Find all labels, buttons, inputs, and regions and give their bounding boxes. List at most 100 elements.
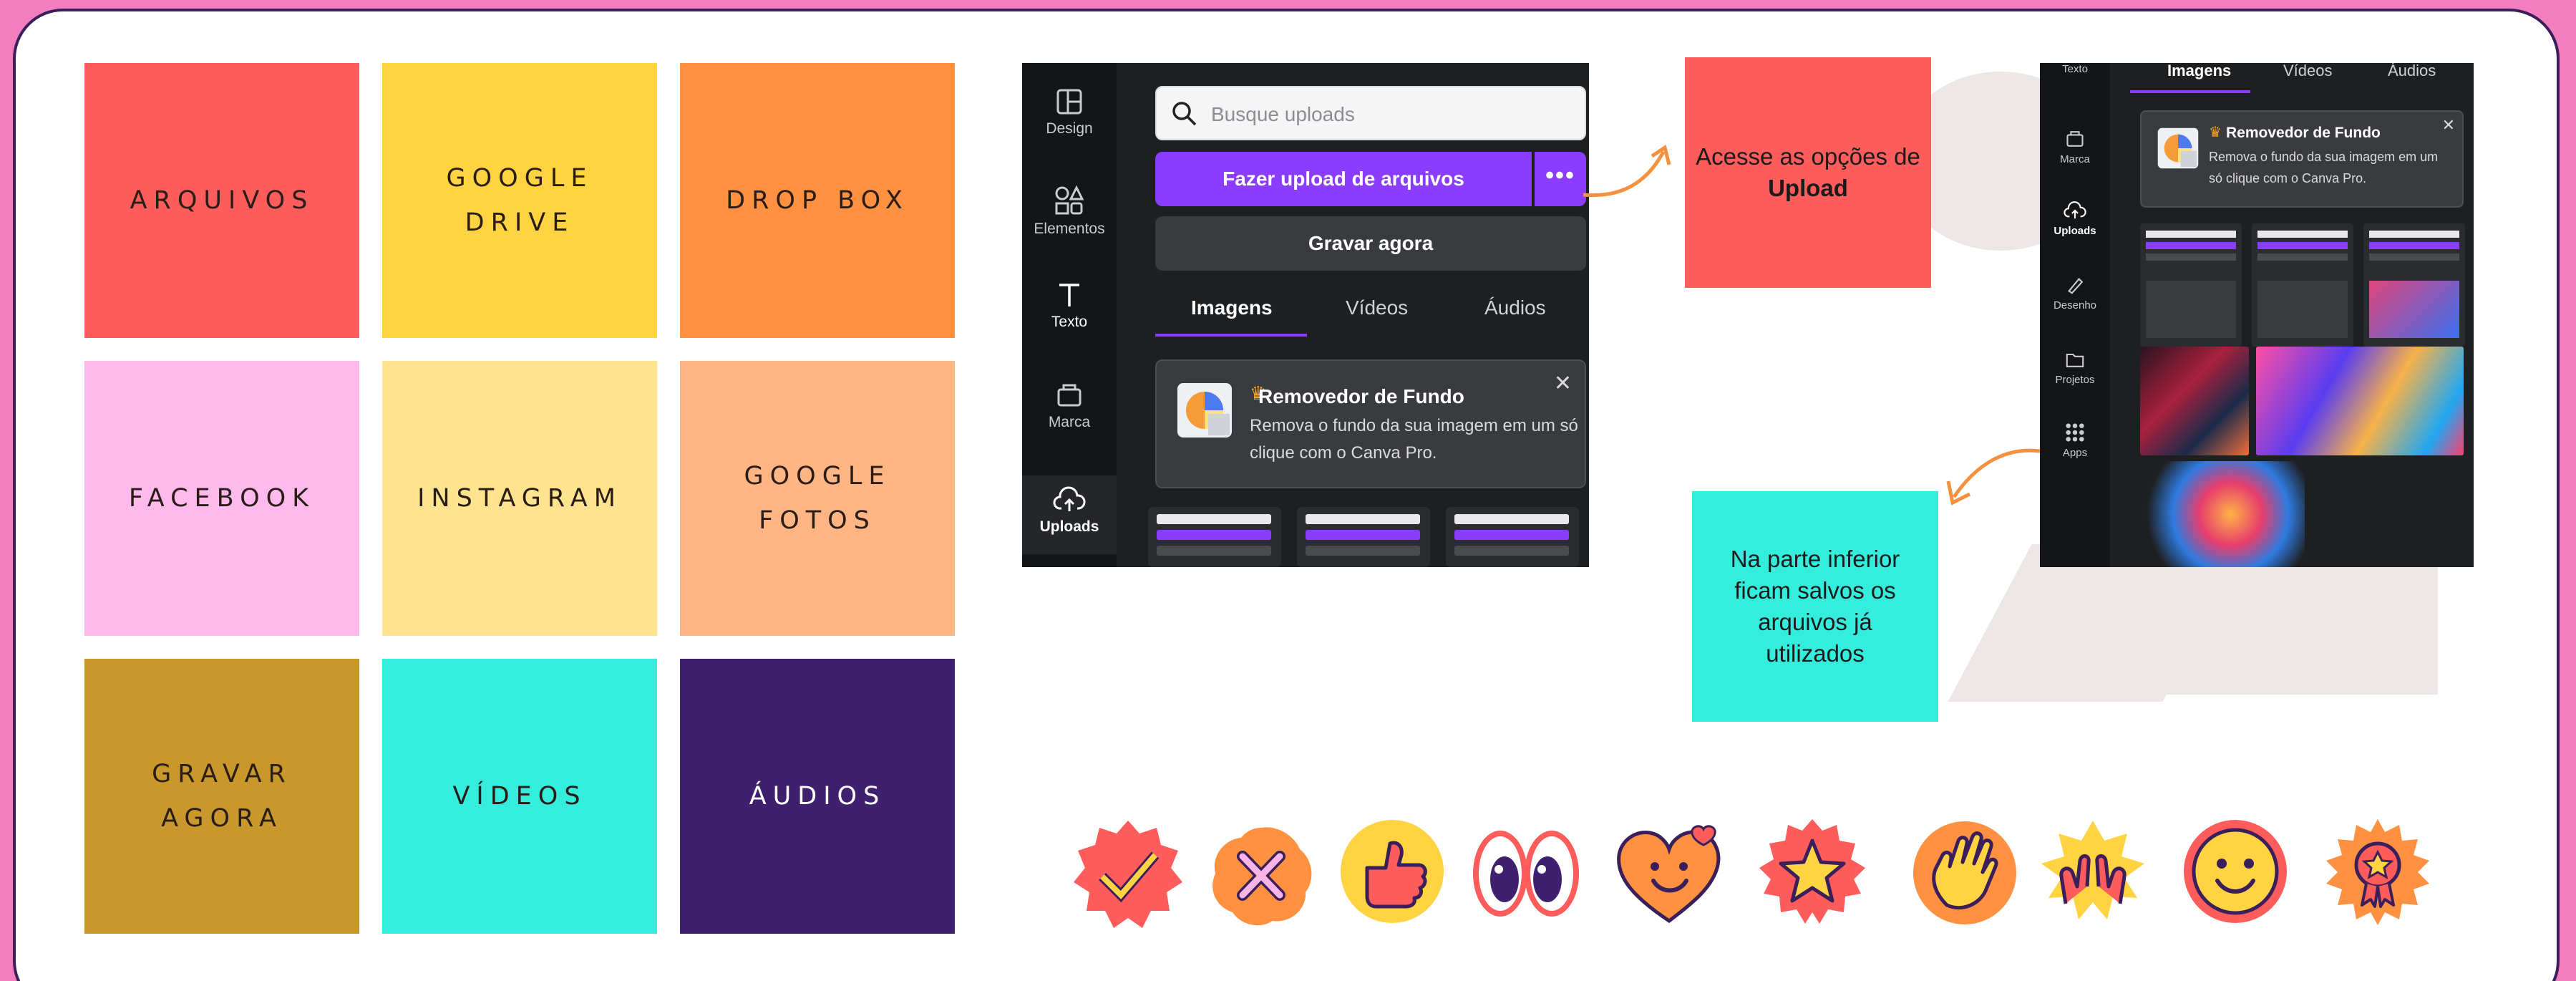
search-icon	[1172, 102, 1197, 126]
smiley-icon[interactable]	[2182, 818, 2289, 925]
text-icon	[1059, 284, 1079, 306]
crown-icon: ♛	[2209, 125, 2222, 140]
uploaded-image[interactable]	[2140, 461, 2305, 567]
rail-item-marca[interactable]: Marca	[1022, 381, 1117, 431]
promo-title: Removedor de Fundo	[2226, 125, 2381, 141]
tile-label: ÁUDIOS	[749, 782, 886, 811]
promo-card[interactable]: ♛ Removedor de Fundo Remova o fundo da s…	[2140, 110, 2464, 208]
cloud-upload-icon	[1053, 486, 1086, 511]
rail-label: Uploads	[2053, 225, 2096, 237]
promo-description: Remova o fundo da sua imagem em um só cl…	[1250, 416, 1578, 463]
rail-item-projetos[interactable]: Projetos	[2040, 349, 2110, 386]
tile-audios[interactable]: ÁUDIOS	[680, 659, 955, 934]
tab-audios[interactable]: Áudios	[2388, 63, 2436, 80]
close-icon[interactable]: ✕	[1554, 371, 1572, 396]
callout-saved-files: Na parte inferior ficam salvos os arquiv…	[1692, 491, 1938, 722]
upload-thumbnail[interactable]	[2363, 223, 2465, 347]
upload-thumbnail[interactable]	[1148, 507, 1281, 567]
tile-label: DROP BOX	[726, 186, 909, 215]
upload-files-button[interactable]: Fazer upload de arquivos	[1155, 152, 1532, 206]
arrow-icon	[1946, 448, 2041, 506]
promo-description: Remova o fundo da sua imagem em um só cl…	[2209, 150, 2439, 185]
close-icon[interactable]: ✕	[2442, 116, 2455, 135]
side-rail: Texto Marca Uploads Desenho Projetos App…	[2040, 63, 2110, 567]
tab-videos[interactable]: Vídeos	[1346, 296, 1408, 319]
tile-arquivos[interactable]: ARQUIVOS	[84, 63, 359, 338]
tab-imagens[interactable]: Imagens	[2167, 63, 2231, 80]
rail-label: Texto	[1051, 314, 1088, 330]
tile-label: ARQUIVOS	[130, 186, 314, 215]
background-remover-icon	[2157, 127, 2199, 169]
award-badge-icon[interactable]	[2322, 816, 2434, 928]
apps-grid-icon	[2066, 423, 2084, 442]
rail-item-uploads[interactable]: Uploads	[2040, 200, 2110, 237]
search-input[interactable]: Busque uploads	[1155, 86, 1586, 140]
uploaded-image[interactable]	[2140, 347, 2249, 455]
tile-google-drive[interactable]: GOOGLE DRIVE	[382, 63, 657, 338]
eyes-icon[interactable]	[1469, 822, 1583, 922]
tile-google-fotos[interactable]: GOOGLE FOTOS	[680, 361, 955, 636]
tab-underline	[1155, 334, 1307, 337]
upload-thumbnail[interactable]	[1446, 507, 1579, 567]
callout-text: Acesse as opções de	[1696, 143, 1920, 170]
callout-upload-options: Acesse as opções de Upload	[1685, 57, 1931, 288]
check-badge-icon[interactable]	[1071, 818, 1185, 932]
rail-item-design[interactable]: Design	[1022, 87, 1117, 137]
rail-label: Design	[1046, 120, 1093, 137]
celebrate-hands-icon[interactable]	[2037, 818, 2149, 929]
rail-label: Desenho	[2053, 299, 2097, 311]
rail-label: Marca	[2060, 153, 2090, 165]
draw-icon	[2068, 278, 2084, 294]
promo-title: Removedor de Fundo	[1258, 385, 1464, 407]
upload-thumbnail[interactable]	[1297, 507, 1430, 567]
star-badge-icon[interactable]	[1755, 816, 1870, 931]
search-placeholder: Busque uploads	[1211, 103, 1355, 125]
callout-text: Na parte inferior ficam salvos os arquiv…	[1730, 546, 1900, 667]
background-remover-icon	[1177, 383, 1232, 438]
uploaded-image[interactable]	[2256, 347, 2464, 455]
tile-label: INSTAGRAM	[417, 484, 622, 513]
tile-videos[interactable]: VÍDEOS	[382, 659, 657, 934]
tile-gravar-agora[interactable]: GRAVAR AGORA	[84, 659, 359, 934]
upload-thumbnail[interactable]	[2140, 223, 2242, 347]
x-badge-icon[interactable]	[1205, 822, 1317, 929]
tile-drop-box[interactable]: DROP BOX	[680, 63, 955, 338]
rail-label: Projetos	[2055, 374, 2095, 386]
canva-upload-panel: Design Elementos Texto Marca Uploads Bus…	[1022, 63, 1589, 567]
heart-smile-icon[interactable]	[1613, 821, 1728, 928]
rail-item-marca[interactable]: Marca	[2040, 129, 2110, 165]
tile-label: GRAVAR AGORA	[152, 760, 292, 833]
thumbs-up-icon[interactable]	[1338, 818, 1446, 925]
rail-item-texto[interactable]: Texto	[1022, 281, 1117, 331]
brand-icon	[1057, 384, 1082, 407]
tab-audios[interactable]: Áudios	[1484, 296, 1546, 319]
canva-upload-panel-small: Texto Marca Uploads Desenho Projetos App…	[2040, 63, 2474, 567]
rail-label: Marca	[1048, 414, 1091, 430]
tile-instagram[interactable]: INSTAGRAM	[382, 361, 657, 636]
upload-thumbnail[interactable]	[2252, 223, 2353, 347]
tile-label: FACEBOOK	[128, 484, 316, 513]
tab-underline	[2130, 90, 2250, 93]
tile-facebook[interactable]: FACEBOOK	[84, 361, 359, 636]
arrow-icon	[1583, 144, 1671, 198]
shapes-icon	[1055, 185, 1084, 215]
tile-label: VÍDEOS	[452, 782, 587, 811]
tab-videos[interactable]: Vídeos	[2283, 63, 2333, 80]
record-now-button[interactable]: Gravar agora	[1155, 216, 1586, 271]
tile-label: GOOGLE FOTOS	[744, 462, 891, 535]
rail-item-apps[interactable]: Apps	[2040, 422, 2110, 459]
rail-item-elementos[interactable]: Elementos	[1022, 185, 1117, 238]
rail-label: Apps	[2062, 447, 2088, 459]
cloud-upload-icon	[2064, 201, 2086, 219]
brand-icon	[2066, 131, 2084, 147]
tab-imagens[interactable]: Imagens	[1191, 296, 1273, 319]
promo-card[interactable]: ♛ Removedor de Fundo Remova o fundo da s…	[1155, 359, 1586, 488]
rail-item-texto[interactable]: Texto	[2040, 63, 2110, 75]
hand-wave-icon[interactable]	[1911, 819, 2018, 927]
tile-label: GOOGLE DRIVE	[446, 164, 593, 237]
layout-icon	[1056, 89, 1082, 115]
rail-item-uploads[interactable]: Uploads	[1022, 475, 1117, 554]
rail-item-desenho[interactable]: Desenho	[2040, 275, 2110, 311]
rail-label: Texto	[2062, 63, 2088, 75]
side-rail: Design Elementos Texto Marca Uploads	[1022, 63, 1117, 567]
